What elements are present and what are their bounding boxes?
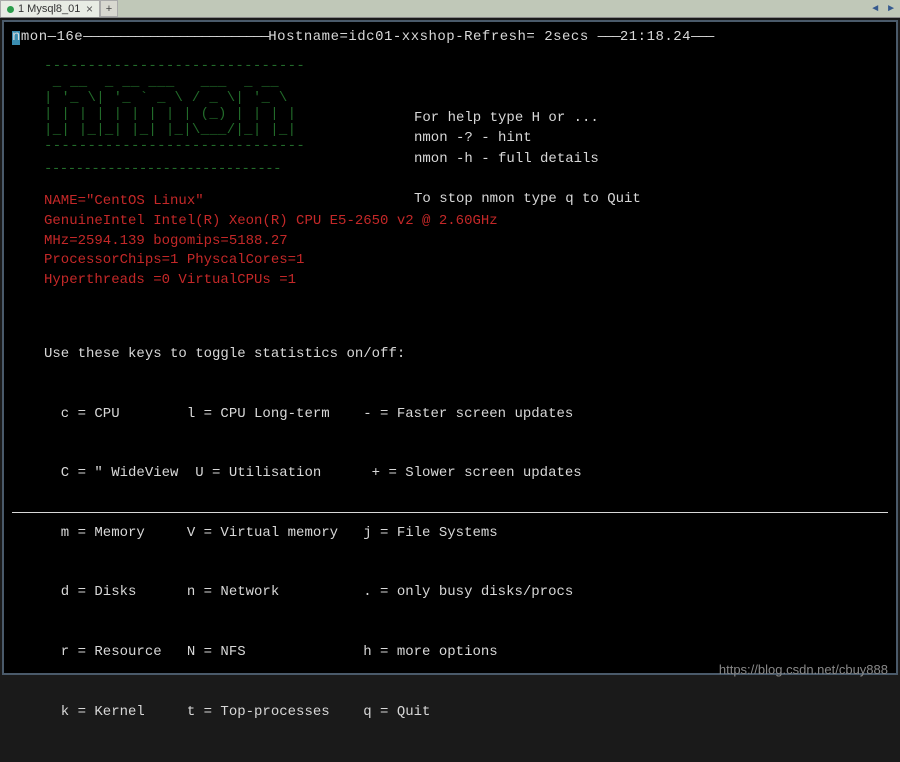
cpu-threads: Hyperthreads =0 VirtualCPUs =1: [44, 271, 888, 291]
cpu-chips: ProcessorChips=1 PhyscalCores=1: [44, 251, 888, 271]
tab-label: 1 Mysql8_01: [18, 3, 80, 15]
key-legend: Use these keys to toggle statistics on/o…: [44, 305, 888, 762]
add-tab-button[interactable]: +: [100, 0, 118, 17]
terminal-window[interactable]: nmon—16e—————————————————————————Hostnam…: [2, 20, 898, 675]
nav-left-icon[interactable]: ◄: [870, 3, 880, 14]
cpu-mhz: MHz=2594.139 bogomips=5188.27: [44, 232, 888, 252]
help-line: For help type H or ...: [414, 108, 641, 128]
tab-nav: ◄ ►: [870, 0, 900, 17]
horizontal-rule: [12, 512, 888, 513]
clock-time: 21:18.24: [620, 29, 691, 45]
cpu-model: GenuineIntel Intel(R) Xeon(R) CPU E5-265…: [44, 212, 888, 232]
tab-item[interactable]: 1 Mysql8_01 ×: [0, 0, 100, 17]
nav-right-icon[interactable]: ►: [886, 3, 896, 14]
nmon-status-line: nmon—16e—————————————————————————Hostnam…: [12, 28, 888, 48]
watermark-text: https://blog.csdn.net/cbuy888: [719, 662, 888, 677]
keys-row: c = CPU l = CPU Long-term - = Faster scr…: [44, 405, 888, 425]
status-dot-icon: [7, 6, 14, 13]
keys-row: k = Kernel t = Top-processes q = Quit: [44, 703, 888, 723]
help-line: nmon -? - hint: [414, 128, 641, 148]
help-line: nmon -h - full details: [414, 149, 641, 169]
refresh-label: Refresh= 2secs: [464, 29, 589, 45]
keys-row: m = Memory V = Virtual memory j = File S…: [44, 524, 888, 544]
app-version: nmon—16e: [12, 29, 83, 45]
tab-bar: 1 Mysql8_01 × + ◄ ►: [0, 0, 900, 18]
hostname-label: Hostname=idc01-xxshop: [268, 29, 455, 45]
keys-row: C = " WideView U = Utilisation + = Slowe…: [44, 464, 888, 484]
keys-row: r = Resource N = NFS h = more options: [44, 643, 888, 663]
keys-row: d = Disks n = Network . = only busy disk…: [44, 583, 888, 603]
help-text-block: For help type H or ... nmon -? - hint nm…: [414, 108, 641, 209]
help-quit-line: To stop nmon type q to Quit: [414, 189, 641, 209]
keys-title: Use these keys to toggle statistics on/o…: [44, 345, 888, 365]
close-icon[interactable]: ×: [86, 2, 93, 16]
